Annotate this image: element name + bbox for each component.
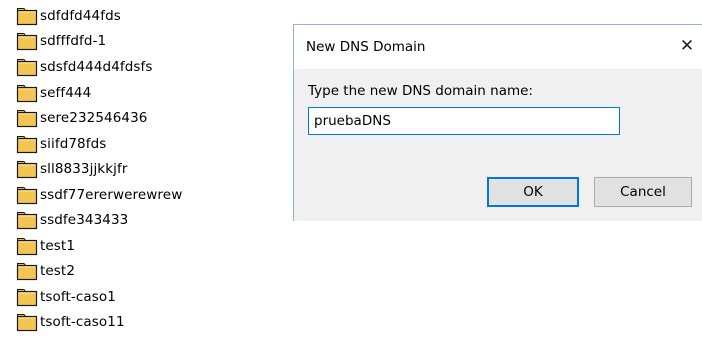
close-icon[interactable]: ✕ (677, 35, 697, 57)
folder-item[interactable]: sdsfd444d4fdsfs (16, 56, 153, 78)
folder-label: ssdfe343433 (40, 212, 129, 228)
new-dns-domain-dialog: New DNS Domain ✕ Type the new DNS domain… (293, 24, 702, 221)
domain-name-prompt: Type the new DNS domain name: (308, 83, 533, 99)
cancel-button[interactable]: Cancel (594, 177, 692, 207)
dialog-body: Type the new DNS domain name: OK Cancel (294, 69, 702, 221)
folder-tree: sdfdfd44fds sdfffdfd-1 sdsfd444d4fdsfs s… (16, 0, 276, 343)
folder-label: sdsfd444d4fdsfs (40, 59, 153, 75)
folder-item[interactable]: ssdfe343433 (16, 209, 128, 231)
folder-label: tsoft-caso11 (40, 314, 125, 330)
folder-icon (16, 135, 38, 154)
folder-icon (16, 313, 38, 332)
folder-icon (16, 237, 38, 256)
folder-icon (16, 186, 38, 205)
folder-item[interactable]: seff444 (16, 82, 91, 104)
folder-item[interactable]: sll8833jjkkjfr (16, 158, 127, 180)
folder-item[interactable]: test2 (16, 260, 75, 282)
folder-label: tsoft-caso1 (40, 289, 116, 305)
folder-icon (16, 7, 38, 26)
folder-label: test2 (40, 263, 76, 279)
folder-icon (16, 58, 38, 77)
folder-item[interactable]: ssdf77ererwerewrew (16, 184, 182, 206)
folder-icon (16, 84, 38, 103)
folder-icon (16, 211, 38, 230)
domain-name-input[interactable] (308, 107, 620, 135)
folder-label: siifd78fds (40, 136, 107, 152)
folder-icon (16, 109, 38, 128)
folder-item[interactable]: test1 (16, 235, 75, 257)
folder-item[interactable]: sdfdfd44fds (16, 5, 121, 27)
folder-icon (16, 32, 38, 51)
folder-item[interactable]: sere232546436 (16, 107, 148, 129)
folder-label: test1 (40, 238, 76, 254)
folder-item[interactable]: tsoft-caso11 (16, 311, 125, 333)
folder-item[interactable]: tsoft-caso1 (16, 286, 116, 308)
folder-label: sll8833jjkkjfr (40, 161, 128, 177)
folder-label: sdfdfd44fds (40, 8, 121, 24)
folder-label: sdfffdfd-1 (40, 33, 107, 49)
folder-label: sere232546436 (40, 110, 148, 126)
dialog-title: New DNS Domain (306, 39, 426, 55)
folder-icon (16, 262, 38, 281)
folder-label: ssdf77ererwerewrew (40, 187, 183, 203)
folder-label: seff444 (40, 85, 92, 101)
ok-button[interactable]: OK (487, 177, 579, 207)
folder-item[interactable]: sdfffdfd-1 (16, 30, 106, 52)
folder-item[interactable]: siifd78fds (16, 133, 106, 155)
screenshot-canvas: sdfdfd44fds sdfffdfd-1 sdsfd444d4fdsfs s… (0, 0, 702, 343)
folder-icon (16, 160, 38, 179)
folder-icon (16, 288, 38, 307)
